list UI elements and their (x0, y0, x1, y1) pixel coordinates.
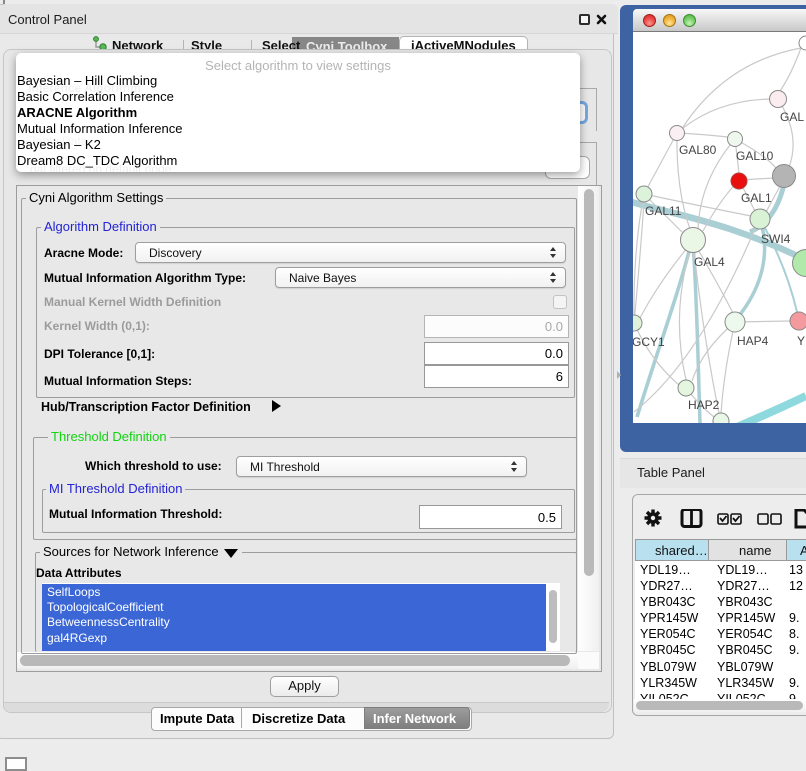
svg-text:GAL4: GAL4 (694, 255, 725, 269)
svg-text:GAL10: GAL10 (736, 149, 774, 163)
svg-text:HAP2: HAP2 (688, 398, 720, 412)
svg-text:GAL: GAL (780, 110, 804, 124)
svg-text:Y: Y (797, 334, 805, 348)
svg-text:GCY1: GCY1 (633, 335, 665, 349)
svg-text:SWI4: SWI4 (761, 232, 791, 246)
svg-text:HAP4: HAP4 (737, 334, 769, 348)
svg-text:GAL80: GAL80 (679, 143, 717, 157)
svg-text:GAL11: GAL11 (645, 204, 682, 218)
svg-text:GAL1: GAL1 (741, 191, 772, 205)
